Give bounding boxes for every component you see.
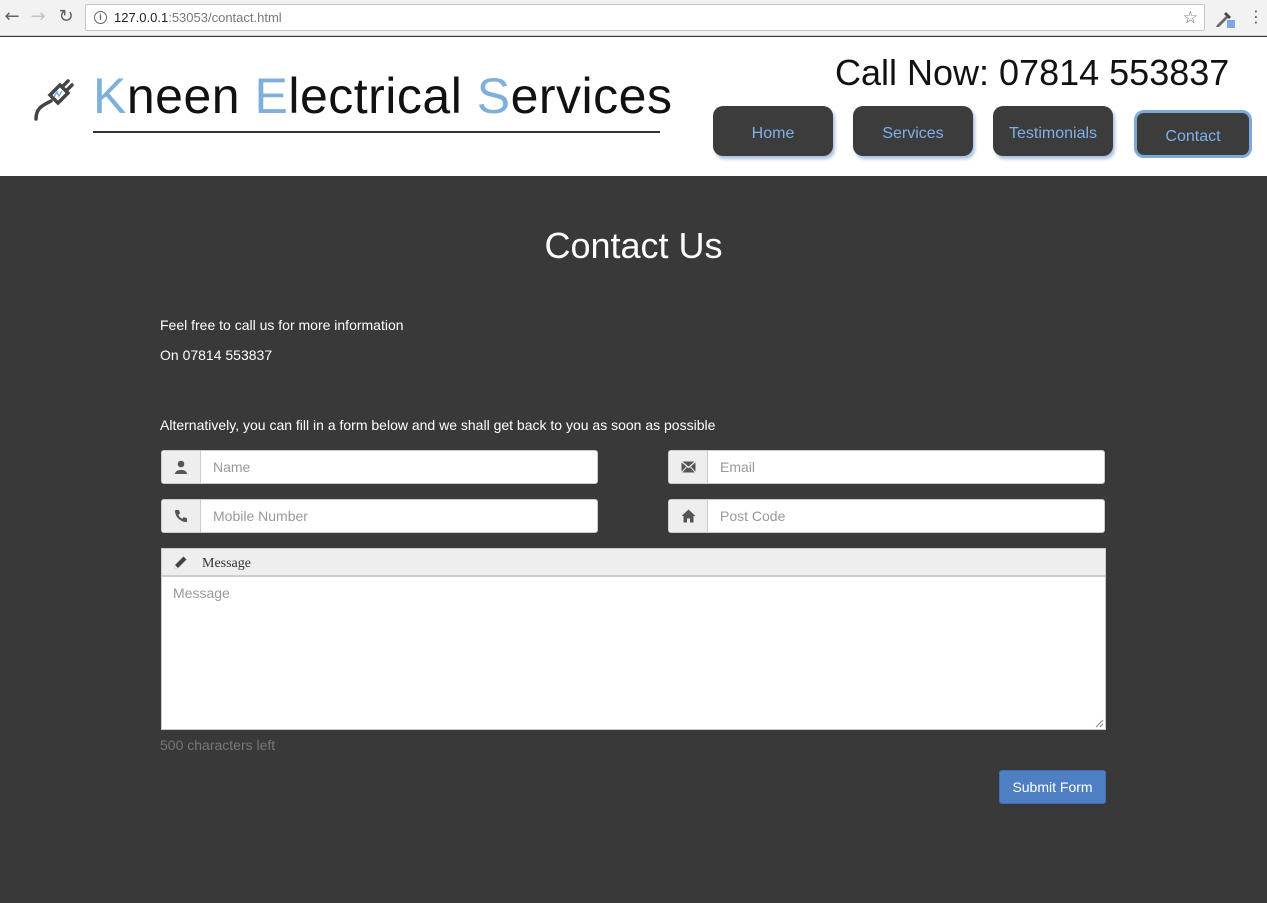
pencil-icon (174, 556, 187, 569)
logo-initial-e: E (254, 68, 289, 124)
logo-initial-s: S (476, 68, 511, 124)
site-logo[interactable]: Kneen Electrical Services (93, 67, 672, 125)
phone-number-text: On 07814 553837 (160, 347, 273, 363)
characters-left-counter: 500 characters left (160, 737, 276, 753)
envelope-icon (669, 451, 708, 483)
mobile-number-input[interactable] (202, 500, 597, 532)
postcode-input[interactable] (709, 500, 1104, 532)
form-intro-text: Alternatively, you can fill in a form be… (160, 417, 716, 433)
message-label: Message (202, 556, 251, 571)
message-header: Message (161, 548, 1106, 576)
logo-word-services: ervices (510, 68, 673, 124)
url-path: :53053/contact.html (168, 10, 282, 25)
main-content: Contact Us Feel free to call us for more… (0, 176, 1267, 903)
bookmark-star-icon[interactable]: ☆ (1183, 8, 1198, 28)
nav-services[interactable]: Services (853, 106, 973, 156)
email-input[interactable] (709, 451, 1104, 483)
logo-word-kneen: neen (126, 68, 255, 124)
call-now-text: Call Now: 07814 553837 (835, 52, 1230, 93)
resize-handle-icon[interactable] (1094, 718, 1104, 728)
back-arrow-icon[interactable]: ← (2, 6, 22, 28)
url-text: 127.0.0.1:53053/contact.html (114, 10, 282, 25)
nav-home[interactable]: Home (713, 106, 833, 156)
address-bar[interactable]: i 127.0.0.1:53053/contact.html ☆ (85, 4, 1205, 31)
url-host: 127.0.0.1 (114, 10, 169, 25)
call-info-text: Feel free to call us for more informatio… (160, 317, 404, 333)
home-icon (669, 500, 708, 532)
nav-testimonials[interactable]: Testimonials (993, 106, 1113, 156)
nav-contact[interactable]: Contact (1134, 110, 1252, 158)
info-icon[interactable]: i (94, 11, 107, 24)
email-field-group (668, 450, 1105, 484)
forward-arrow-icon[interactable]: → (28, 6, 48, 28)
plug-icon (34, 79, 74, 121)
eyedropper-extension-icon[interactable] (1214, 7, 1236, 29)
mobile-field-group (161, 499, 598, 533)
page-title: Contact Us (544, 225, 723, 266)
reload-icon[interactable]: ↻ (56, 6, 76, 28)
name-field-group (161, 450, 598, 484)
logo-word-electrical: lectrical (288, 68, 477, 124)
logo-underline (93, 131, 660, 133)
browser-menu-icon[interactable]: ⋮ (1248, 6, 1264, 28)
logo-initial-k: K (93, 68, 127, 124)
postcode-field-group (668, 499, 1105, 533)
message-textarea[interactable] (161, 576, 1106, 730)
browser-toolbar: ← → ↻ i 127.0.0.1:53053/contact.html ☆ ⋮ (0, 0, 1267, 36)
site-header: Kneen Electrical Services Call Now: 0781… (0, 37, 1267, 176)
user-icon (162, 451, 201, 483)
phone-icon (162, 500, 201, 532)
submit-form-button[interactable]: Submit Form (999, 770, 1106, 804)
name-input[interactable] (202, 451, 597, 483)
